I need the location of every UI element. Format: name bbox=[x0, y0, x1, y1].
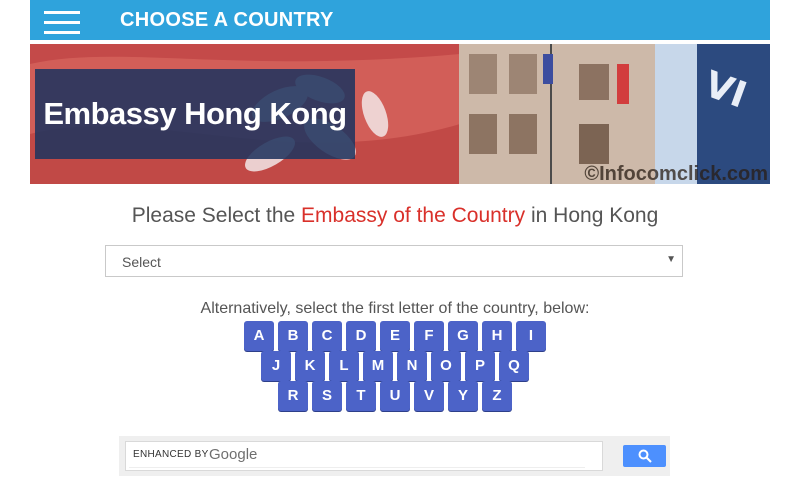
search-enhanced-label: ENHANCED BY bbox=[133, 449, 209, 460]
alphabet-intro-text: Alternatively, select the first letter o… bbox=[200, 300, 590, 317]
google-search-box: ENHANCED BY Google bbox=[119, 436, 670, 476]
letter-button-e[interactable]: E bbox=[380, 321, 410, 351]
letter-row-1: ABCDEFGHI bbox=[0, 321, 790, 351]
letter-button-z[interactable]: Z bbox=[482, 381, 512, 411]
google-logo: Google bbox=[209, 446, 258, 463]
letter-row-2: JKLMNOPQ bbox=[0, 351, 790, 381]
search-input[interactable]: ENHANCED BY Google bbox=[129, 445, 585, 468]
letter-button-t[interactable]: T bbox=[346, 381, 376, 411]
select-value: Select bbox=[122, 254, 161, 270]
heading-accent: Embassy of the Country bbox=[301, 204, 526, 227]
letter-button-u[interactable]: U bbox=[380, 381, 410, 411]
letter-button-o[interactable]: O bbox=[431, 351, 461, 381]
heading-prefix: Please Select the bbox=[131, 204, 296, 227]
top-nav-bar: CHOOSE A COUNTRY bbox=[30, 0, 770, 40]
letter-row-3: RSTUVYZ bbox=[0, 381, 790, 411]
letter-button-h[interactable]: H bbox=[482, 321, 512, 351]
letter-button-a[interactable]: A bbox=[244, 321, 274, 351]
dropdown-arrow-icon: ▼ bbox=[666, 254, 676, 265]
search-icon bbox=[638, 449, 652, 463]
letter-button-y[interactable]: Y bbox=[448, 381, 478, 411]
country-select[interactable]: Select ▼ bbox=[105, 245, 683, 277]
letter-button-v[interactable]: V bbox=[414, 381, 444, 411]
search-button[interactable] bbox=[623, 445, 666, 467]
letter-button-c[interactable]: C bbox=[312, 321, 342, 351]
page-heading: Please Select the Embassy of the Country… bbox=[0, 204, 790, 228]
letter-button-d[interactable]: D bbox=[346, 321, 376, 351]
letter-button-f[interactable]: F bbox=[414, 321, 444, 351]
banner-title: Embassy Hong Kong bbox=[35, 69, 355, 159]
letter-button-b[interactable]: B bbox=[278, 321, 308, 351]
letter-button-l[interactable]: L bbox=[329, 351, 359, 381]
letter-button-q[interactable]: Q bbox=[499, 351, 529, 381]
letter-button-k[interactable]: K bbox=[295, 351, 325, 381]
letter-button-p[interactable]: P bbox=[465, 351, 495, 381]
search-input-frame[interactable]: ENHANCED BY Google bbox=[125, 441, 603, 471]
hamburger-menu-icon[interactable] bbox=[44, 11, 80, 34]
letter-button-m[interactable]: M bbox=[363, 351, 393, 381]
hero-banner: VI Embassy Hong Kong ©Infocomclick.com bbox=[30, 44, 770, 184]
copyright-watermark: ©Infocomclick.com bbox=[584, 163, 768, 184]
letter-button-i[interactable]: I bbox=[516, 321, 546, 351]
letter-button-r[interactable]: R bbox=[278, 381, 308, 411]
letter-button-s[interactable]: S bbox=[312, 381, 342, 411]
choose-country-title[interactable]: CHOOSE A COUNTRY bbox=[120, 9, 334, 32]
heading-suffix: in Hong Kong bbox=[530, 204, 659, 227]
letter-button-n[interactable]: N bbox=[397, 351, 427, 381]
letter-button-g[interactable]: G bbox=[448, 321, 478, 351]
letter-button-j[interactable]: J bbox=[261, 351, 291, 381]
